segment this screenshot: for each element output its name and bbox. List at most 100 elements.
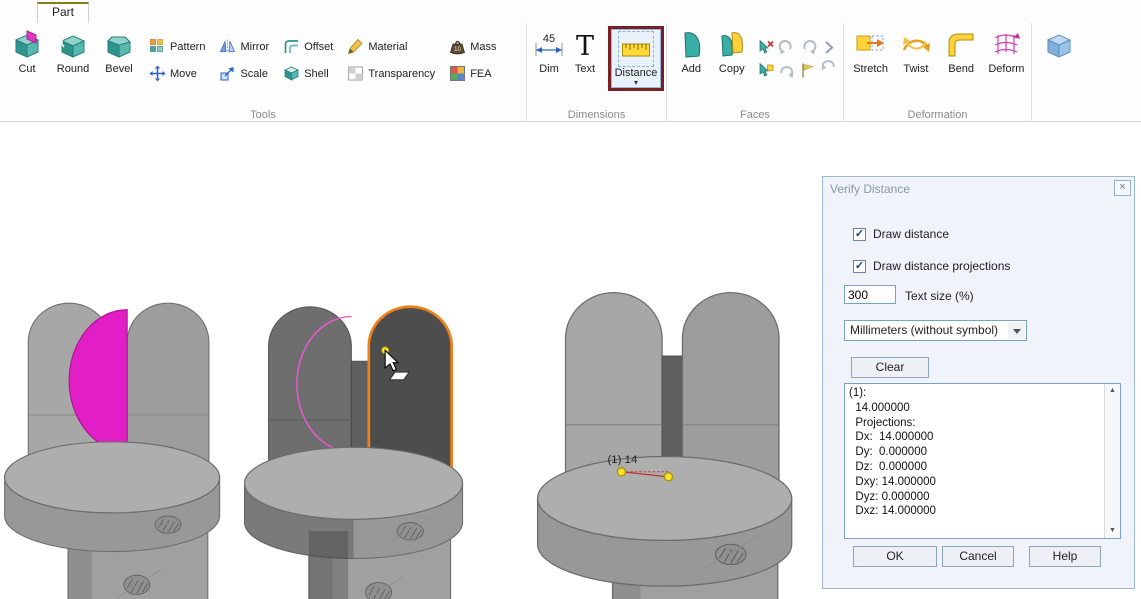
deform-label: Deform [988, 63, 1024, 75]
tools-group-label: Tools [0, 109, 526, 121]
measure-point-1 [617, 468, 625, 476]
round-label: Round [57, 63, 89, 75]
move-button[interactable]: Move [149, 65, 205, 82]
tools-small-col-4: Material Transparency [347, 38, 435, 108]
fea-label: FEA [470, 68, 491, 80]
distance-icon [620, 33, 652, 65]
mirror-button[interactable]: Mirror [219, 38, 269, 55]
twist-button[interactable]: Twist [893, 26, 938, 108]
scale-icon [219, 65, 236, 82]
cut-button[interactable]: Cut [4, 26, 50, 108]
cut-icon [11, 29, 43, 61]
clipped-cube-icon [1043, 29, 1075, 61]
flag-face-icon[interactable] [799, 62, 817, 79]
copy-face-button[interactable]: Copy [712, 26, 753, 108]
fea-button[interactable]: FEA [449, 65, 496, 82]
tab-row: Part [0, 0, 1141, 23]
bend-button[interactable]: Bend [939, 26, 984, 108]
units-select[interactable]: Millimeters (without symbol) [844, 320, 1027, 341]
transparency-label: Transparency [368, 68, 435, 80]
mass-button[interactable]: 10 Mass [449, 38, 496, 55]
transparency-button[interactable]: Transparency [347, 65, 435, 82]
text-button[interactable]: T Text [567, 26, 603, 108]
transparency-icon [347, 65, 364, 82]
draw-distance-row: ✓ Draw distance [853, 227, 949, 241]
svg-text:10: 10 [454, 47, 461, 53]
bend-icon [945, 29, 977, 61]
shell-icon [283, 65, 300, 82]
twist-icon [900, 29, 932, 61]
copy-face-label: Copy [719, 63, 745, 75]
draw-distance-label: Draw distance [873, 227, 949, 241]
twist-label: Twist [903, 63, 928, 75]
clipped-button[interactable] [1036, 26, 1082, 108]
ok-label: OK [886, 549, 903, 563]
rotate-face-icon[interactable] [778, 62, 796, 79]
clear-label: Clear [876, 360, 905, 374]
svg-text:T: T [576, 31, 594, 62]
close-icon: × [1119, 181, 1125, 193]
help-label: Help [1053, 549, 1078, 563]
mirror-icon [219, 38, 236, 55]
bend-label: Bend [948, 63, 974, 75]
shell-button[interactable]: Shell [283, 65, 333, 82]
pattern-icon [149, 38, 166, 55]
cancel-button[interactable]: Cancel [942, 546, 1014, 567]
results-scrollbar[interactable]: ▲ ▼ [1104, 384, 1120, 538]
draw-projections-row: ✓ Draw distance projections [853, 259, 1010, 273]
results-box[interactable]: (1): 14.000000 Projections: Dx: 14.00000… [844, 383, 1121, 539]
deselect-face-icon[interactable] [757, 39, 775, 56]
dim-button[interactable]: 45 Dim [531, 26, 567, 108]
cycle-face-icon[interactable] [820, 62, 838, 79]
help-button[interactable]: Help [1029, 546, 1101, 567]
part-view-2[interactable] [250, 288, 468, 599]
next-face-icon[interactable] [820, 39, 838, 56]
text-size-input[interactable] [844, 285, 896, 304]
pattern-label: Pattern [170, 41, 205, 53]
round-button[interactable]: Round [50, 26, 96, 108]
dialog-title: Verify Distance [823, 177, 1134, 196]
part-view-3[interactable]: (1) 14 [537, 285, 805, 599]
stretch-label: Stretch [853, 63, 888, 75]
ribbon-group-dimensions: 45 Dim T Text [527, 23, 667, 122]
bevel-label: Bevel [105, 63, 133, 75]
deform-button[interactable]: Deform [984, 26, 1029, 108]
round-icon [57, 29, 89, 61]
material-button[interactable]: Material [347, 38, 435, 55]
distance-button[interactable]: Distance ▾ [611, 29, 661, 88]
stretch-button[interactable]: Stretch [848, 26, 893, 108]
measurement-label: (1) 14 [607, 454, 637, 466]
select-arrow-box [1008, 322, 1025, 339]
ok-button[interactable]: OK [853, 546, 937, 567]
select-face-icon[interactable] [757, 62, 775, 79]
close-button[interactable]: × [1114, 180, 1131, 196]
distance-annotation-box: Distance ▾ [608, 26, 664, 91]
tab-part[interactable]: Part [37, 2, 89, 23]
dim-label: Dim [539, 63, 559, 75]
offset-button[interactable]: Offset [283, 38, 333, 55]
add-face-button[interactable]: Add [671, 26, 712, 108]
part-view-1[interactable] [10, 282, 225, 599]
stretch-icon [855, 29, 887, 61]
material-label: Material [368, 41, 407, 53]
cancel-label: Cancel [959, 549, 996, 563]
bevel-icon [103, 29, 135, 61]
tools-small-col-3: Offset Shell [283, 38, 333, 108]
scroll-down-icon[interactable]: ▼ [1105, 524, 1120, 538]
draw-distance-checkbox[interactable]: ✓ [853, 228, 866, 241]
redo-face-icon[interactable] [799, 39, 817, 56]
ribbon-group-faces: Add Copy [667, 23, 844, 122]
scroll-up-icon[interactable]: ▲ [1105, 384, 1120, 398]
tools-small-col-1: Pattern Move [149, 38, 205, 108]
undo-face-icon[interactable] [778, 39, 796, 56]
scale-button[interactable]: Scale [219, 65, 269, 82]
measure-point-2 [664, 473, 672, 481]
fea-icon [449, 65, 466, 82]
ribbon-body: Cut Round [0, 23, 1141, 122]
pattern-button[interactable]: Pattern [149, 38, 205, 55]
units-select-value: Millimeters (without symbol) [850, 323, 998, 337]
faces-group-label: Faces [667, 109, 843, 121]
bevel-button[interactable]: Bevel [96, 26, 142, 108]
clear-button[interactable]: Clear [851, 357, 929, 378]
draw-projections-checkbox[interactable]: ✓ [853, 260, 866, 273]
